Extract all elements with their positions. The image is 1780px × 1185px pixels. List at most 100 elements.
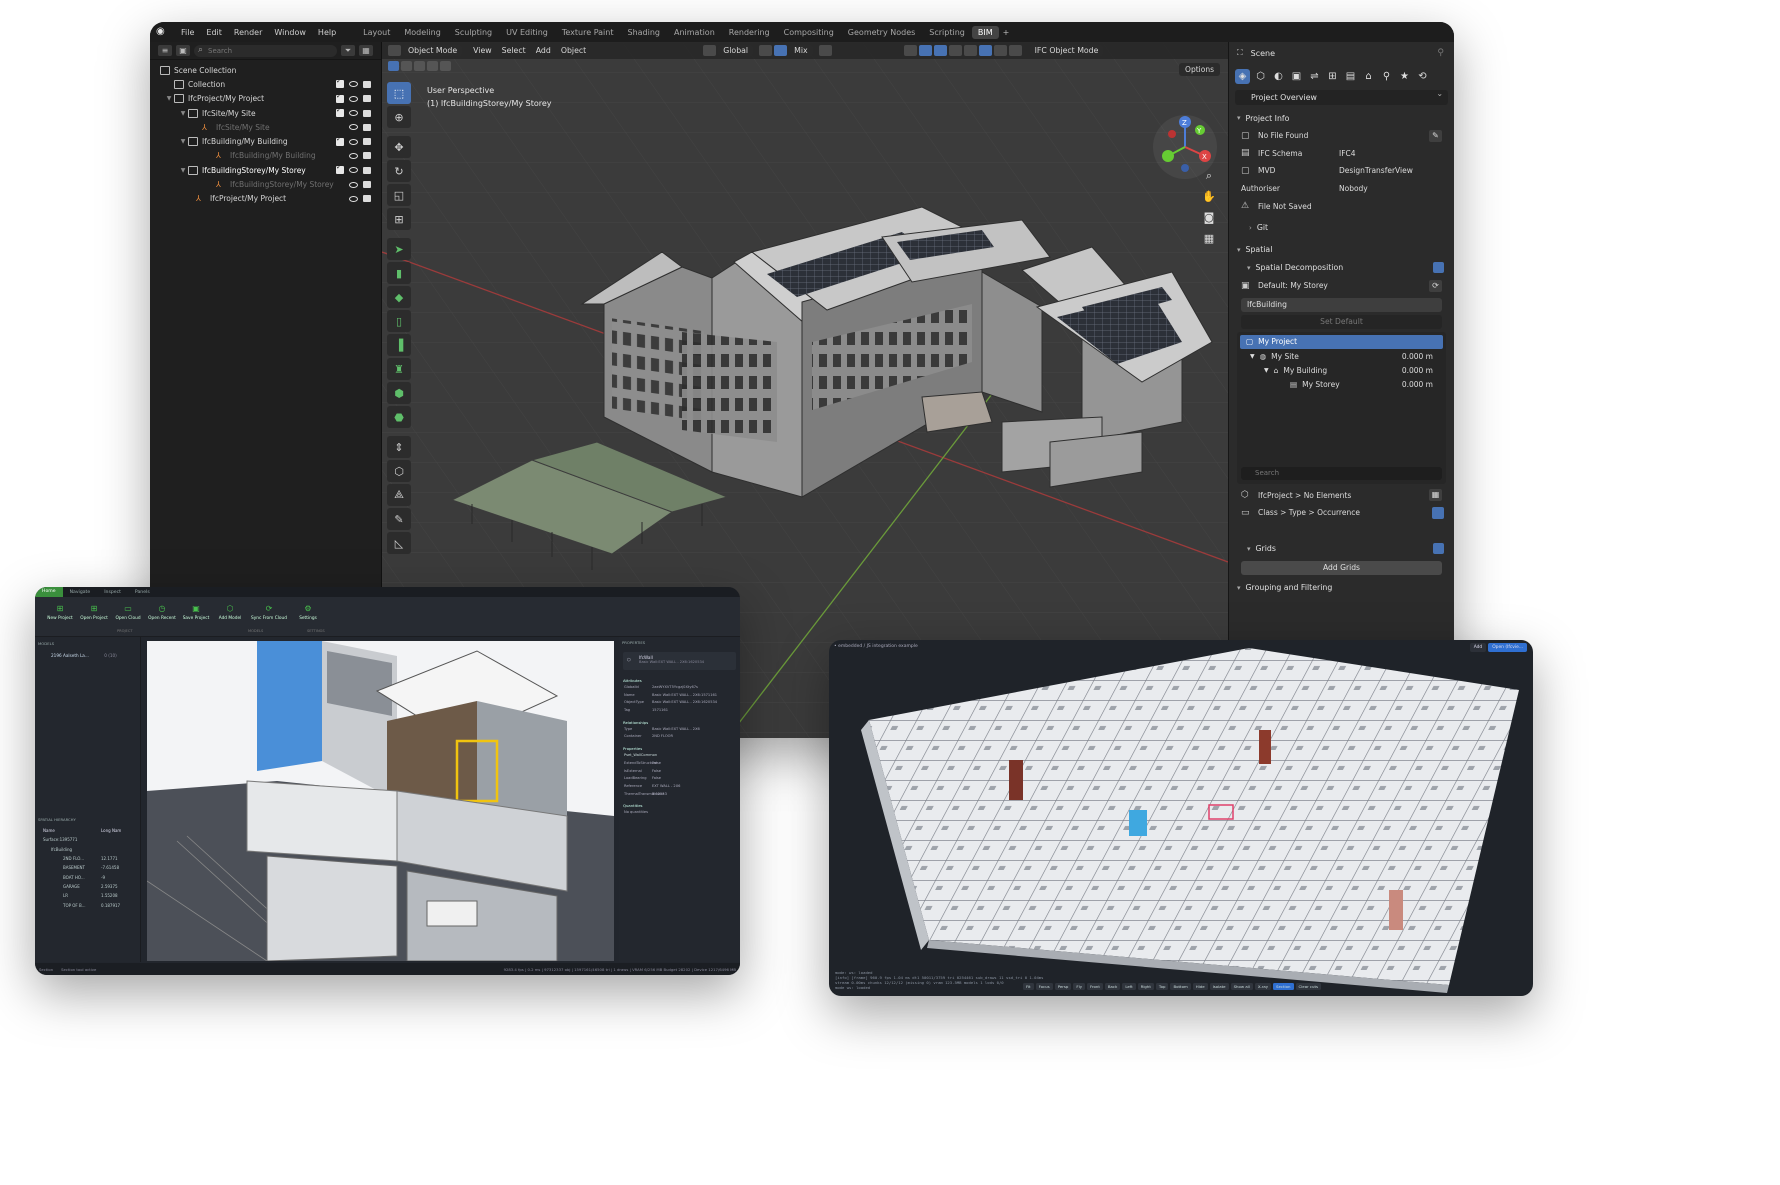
- cursor-tool[interactable]: ⊕: [387, 106, 411, 128]
- new-project-button[interactable]: ⊞ New Project: [43, 597, 77, 621]
- costing-tab-icon[interactable]: ▤: [1343, 69, 1358, 84]
- tab-modeling[interactable]: Modeling: [397, 28, 447, 37]
- grids-visibility-icon[interactable]: [1433, 543, 1444, 555]
- camera-icon[interactable]: [363, 166, 371, 174]
- proportional-edit-icon[interactable]: [818, 45, 832, 56]
- tab-panels[interactable]: Panels: [128, 590, 157, 595]
- xray-icon[interactable]: [948, 45, 962, 56]
- stair-tool[interactable]: ♜: [387, 358, 411, 380]
- xray-button[interactable]: X-ray: [1254, 983, 1272, 990]
- services-tab-icon[interactable]: ⇌: [1307, 69, 1322, 84]
- tab-compositing[interactable]: Compositing: [777, 28, 841, 37]
- quantities-section-title[interactable]: Quantities: [619, 799, 740, 810]
- outliner-row[interactable]: ▼ IfcProject/My Project: [150, 92, 381, 106]
- properties-section-title[interactable]: Properties: [619, 742, 740, 753]
- tab-geometry-nodes[interactable]: Geometry Nodes: [841, 28, 922, 37]
- material-shading-icon[interactable]: [993, 45, 1007, 56]
- select-elements-icon[interactable]: ▦: [1429, 489, 1442, 502]
- tab-shading[interactable]: Shading: [620, 28, 667, 37]
- menu-edit[interactable]: Edit: [200, 28, 228, 37]
- gizmo-icon[interactable]: [918, 45, 932, 56]
- add-grids-button[interactable]: Add Grids: [1241, 560, 1442, 575]
- hierarchy-row[interactable]: TOP OF B... 0.187917: [35, 900, 140, 909]
- element-class-dropdown[interactable]: IfcBuilding: [1241, 297, 1442, 312]
- menu-file[interactable]: File: [175, 28, 200, 37]
- open-recent-button[interactable]: ◷ Open Recent: [145, 597, 179, 621]
- expand-icon[interactable]: ▼: [178, 138, 188, 145]
- hierarchy-row[interactable]: LR 1.55208: [35, 891, 140, 900]
- front-button[interactable]: Front: [1087, 983, 1103, 990]
- grids-header[interactable]: ▾ Grids: [1229, 540, 1454, 558]
- viewer-3d-canvas[interactable]: [147, 641, 614, 961]
- exclude-checkbox[interactable]: [336, 106, 344, 118]
- tab-animation[interactable]: Animation: [667, 28, 722, 37]
- ifc-mode-dropdown[interactable]: IFC Object Mode: [1029, 45, 1104, 56]
- filter-icon[interactable]: ⏷: [341, 45, 355, 56]
- outliner-row[interactable]: ▼ IfcBuildingStorey/My Storey: [150, 163, 381, 177]
- exclude-checkbox[interactable]: [336, 135, 344, 146]
- slab-tool[interactable]: ◆: [387, 286, 411, 308]
- pen-tool[interactable]: ✎: [387, 508, 411, 530]
- save-project-button[interactable]: ▣ Save Project: [179, 597, 213, 621]
- tab-uv-editing[interactable]: UV Editing: [499, 28, 555, 37]
- left-button[interactable]: Left: [1122, 983, 1136, 990]
- show-all-button[interactable]: Show all: [1230, 983, 1253, 990]
- drawings-tab-icon[interactable]: ▣: [1289, 69, 1304, 84]
- column-tool[interactable]: ▐: [387, 334, 411, 356]
- hierarchy-row[interactable]: GARAGE 2.59375: [35, 882, 140, 891]
- annotate-tool[interactable]: ⬡: [387, 460, 411, 482]
- move-tool[interactable]: ✥: [387, 136, 411, 158]
- clear-cuts-button[interactable]: Clear cuts: [1295, 983, 1322, 990]
- project-overview-dropdown[interactable]: Project Overview: [1235, 89, 1448, 105]
- outliner-row[interactable]: Collection: [150, 77, 381, 91]
- select-invert-icon[interactable]: [427, 61, 438, 71]
- focus-button[interactable]: Focus: [1035, 983, 1053, 990]
- wall-tool[interactable]: ▮: [387, 262, 411, 284]
- project-info-header[interactable]: ▾ Project Info: [1229, 109, 1454, 127]
- camera-icon[interactable]: [363, 80, 371, 88]
- isolate-button[interactable]: Isolate: [1209, 983, 1229, 990]
- menu-object[interactable]: Object: [556, 45, 591, 56]
- open-project-button[interactable]: ⊞ Open Project: [77, 597, 111, 621]
- open-cloud-button[interactable]: ▭ Open Cloud: [111, 597, 145, 621]
- menu-help[interactable]: Help: [312, 28, 342, 37]
- section-button[interactable]: Section: [1273, 983, 1294, 990]
- spatial-header[interactable]: ▾ Spatial: [1229, 241, 1454, 259]
- snap-icon[interactable]: [774, 45, 788, 56]
- display-mode-icon[interactable]: ▣: [176, 45, 190, 56]
- eye-icon[interactable]: [349, 167, 358, 174]
- select-new-icon[interactable]: [388, 61, 399, 71]
- zoom-icon[interactable]: ⌕: [1200, 167, 1218, 185]
- hide-button[interactable]: Hide: [1192, 983, 1208, 990]
- eye-icon[interactable]: [349, 95, 358, 102]
- menu-render[interactable]: Render: [228, 28, 268, 37]
- model-item[interactable]: 2196 Aalseth La... 0 (10): [35, 650, 140, 661]
- edit-pencil-icon[interactable]: ✎: [1429, 129, 1442, 142]
- facility-tab-icon[interactable]: ⌂: [1361, 69, 1376, 84]
- hierarchy-row[interactable]: Surface:1395771: [35, 835, 140, 844]
- pan-hand-icon[interactable]: ✋: [1200, 188, 1218, 206]
- rendered-shading-icon[interactable]: [1008, 45, 1022, 56]
- tab-layout[interactable]: Layout: [356, 28, 397, 37]
- tab-texture-paint[interactable]: Texture Paint: [555, 28, 621, 37]
- add-model-button[interactable]: ⬡ Add Model: [213, 597, 247, 621]
- eye-icon[interactable]: [349, 181, 358, 188]
- tools-tab-icon[interactable]: ⟲: [1415, 69, 1430, 84]
- editor-type-icon[interactable]: [388, 45, 401, 56]
- space-tool[interactable]: ⬣: [387, 406, 411, 428]
- sync-from-cloud-button[interactable]: ⟳ Sync From Cloud: [247, 597, 291, 621]
- back-button[interactable]: Back: [1104, 983, 1121, 990]
- solid-shading-icon[interactable]: [978, 45, 992, 56]
- menu-window[interactable]: Window: [268, 28, 312, 37]
- relationships-section-title[interactable]: Relationships: [619, 716, 740, 727]
- camera-icon[interactable]: [363, 195, 371, 203]
- new-collection-icon[interactable]: ▦: [359, 45, 373, 56]
- tab-inspect[interactable]: Inspect: [97, 590, 128, 595]
- refresh-icon[interactable]: ⟳: [1429, 279, 1442, 292]
- roof-tool[interactable]: ⬢: [387, 382, 411, 404]
- tab-scripting[interactable]: Scripting: [922, 28, 972, 37]
- angle-tool[interactable]: ◺: [387, 532, 411, 554]
- git-header[interactable]: › Git: [1229, 219, 1454, 237]
- tab-navigate[interactable]: Navigate: [63, 590, 98, 595]
- fit-button[interactable]: Fit: [1023, 983, 1034, 990]
